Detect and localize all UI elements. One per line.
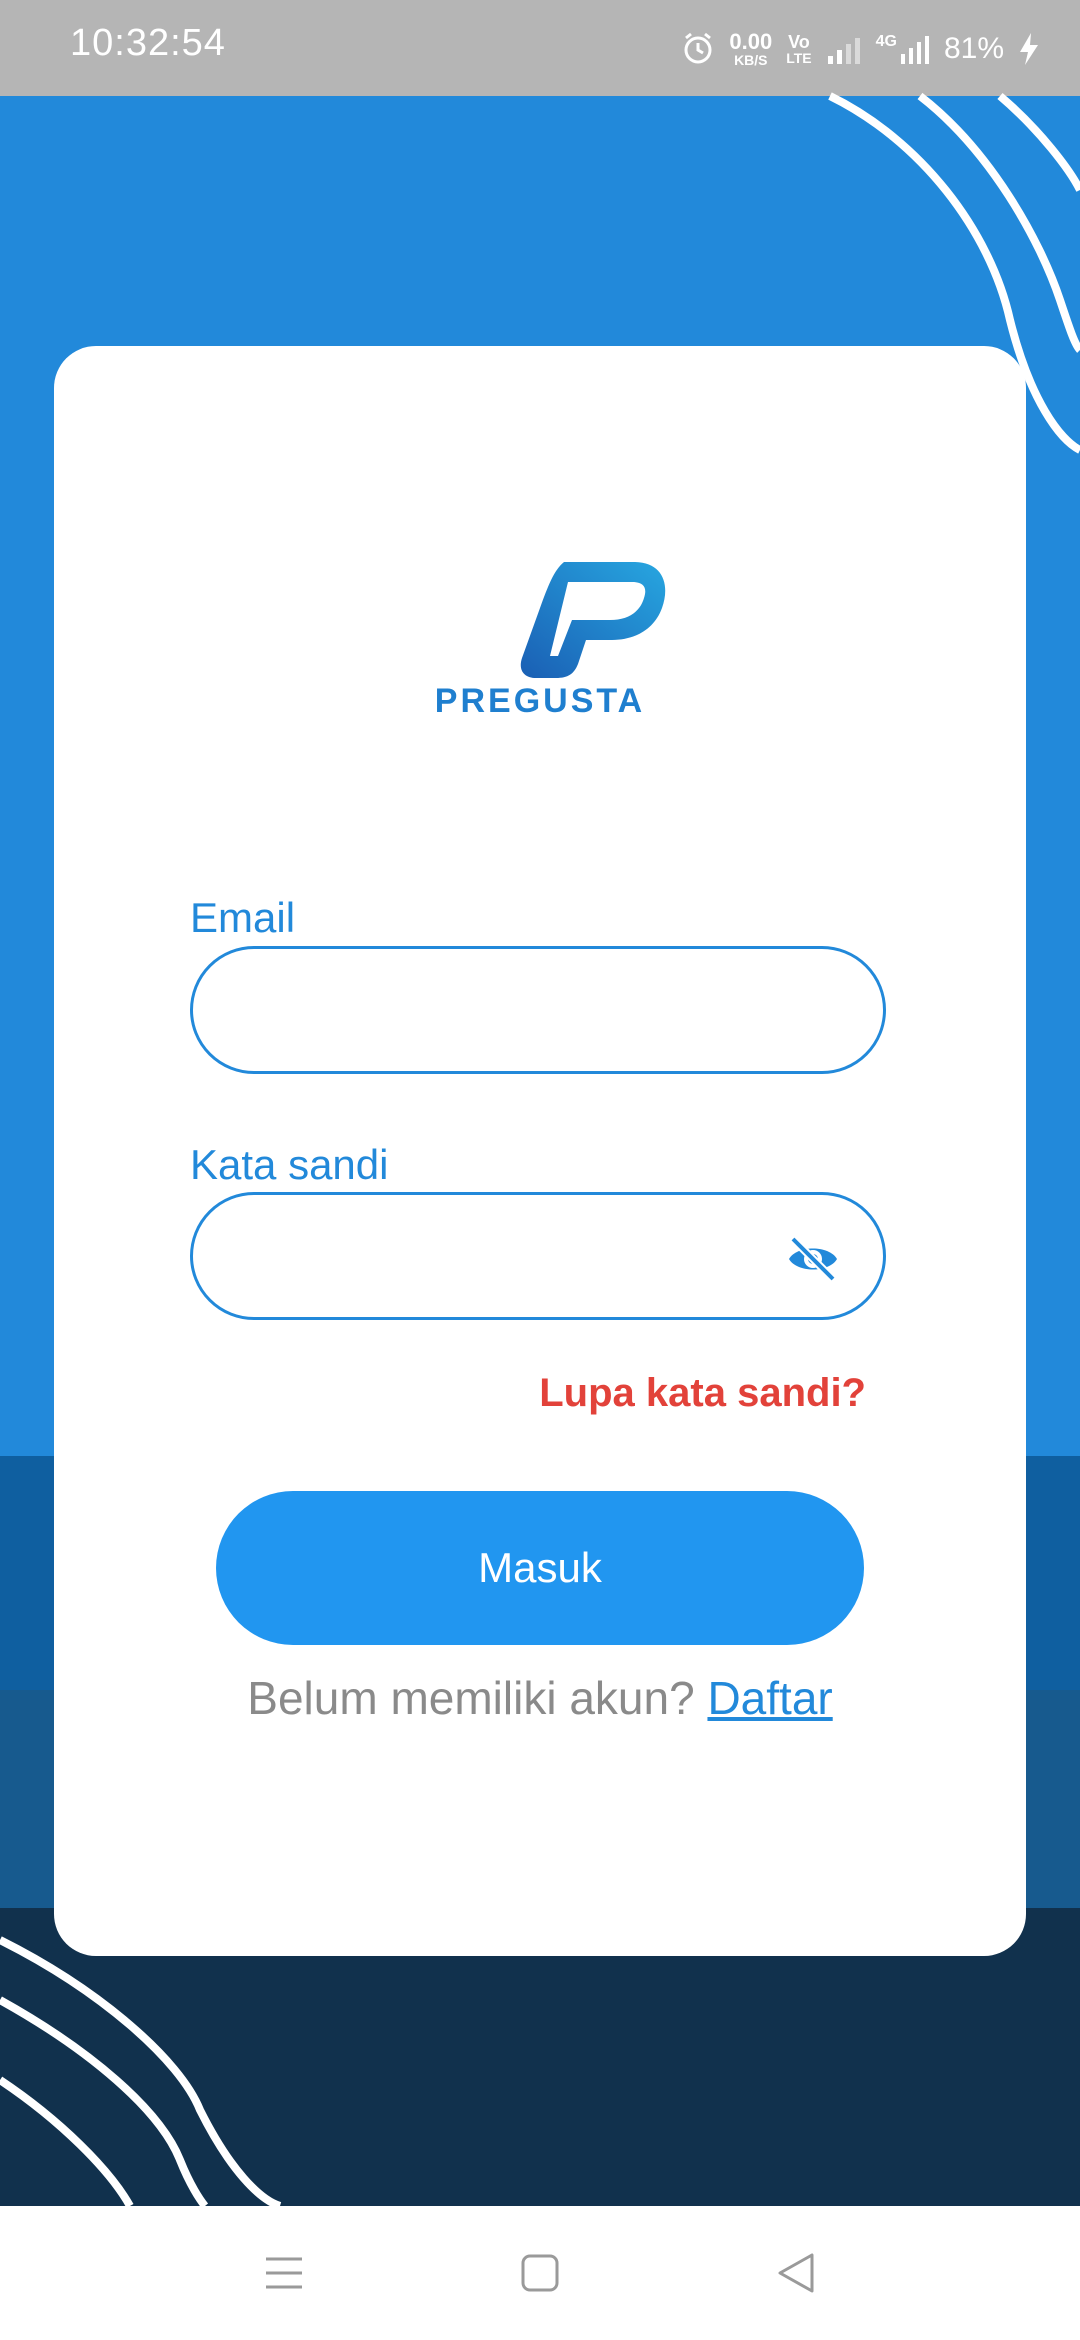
email-field[interactable] (190, 946, 886, 1074)
charging-icon (1020, 33, 1038, 65)
register-prompt-text: Belum memiliki akun? (247, 1672, 695, 1724)
alarm-icon (684, 32, 712, 64)
register-prompt: Belum memiliki akun? Daftar (54, 1671, 1026, 1725)
register-link[interactable]: Daftar (707, 1672, 832, 1724)
signal-icon (827, 38, 860, 64)
status-bar: 10:32:54 0.00 KB/S Vo LTE 4G 81% (0, 0, 1080, 96)
login-button[interactable]: Masuk (216, 1491, 864, 1645)
menu-icon[interactable] (262, 2251, 306, 2295)
password-label: Kata sandi (190, 1141, 389, 1188)
home-square-icon[interactable] (518, 2251, 562, 2295)
email-label: Email (190, 894, 296, 941)
back-triangle-icon[interactable] (774, 2251, 818, 2295)
net-speed: 0.00 KB/S (729, 29, 773, 68)
status-time: 10:32:54 (70, 22, 226, 64)
signal-4g-icon: 4G (876, 34, 930, 64)
brand-name: PREGUSTA (434, 682, 646, 720)
volte-indicator: Vo LTE (786, 32, 812, 66)
battery-level: 81% (943, 32, 1004, 65)
login-card: PREGUSTA Email Kata sandi Lupa kata sand… (54, 346, 1026, 1956)
system-nav-bar (0, 2206, 1080, 2340)
eye-off-icon[interactable] (785, 1231, 841, 1287)
status-icons: 0.00 KB/S Vo LTE 4G 81% (681, 24, 1040, 74)
password-field[interactable] (190, 1192, 886, 1320)
forgot-password-link[interactable]: Lupa kata sandi? (539, 1371, 866, 1416)
